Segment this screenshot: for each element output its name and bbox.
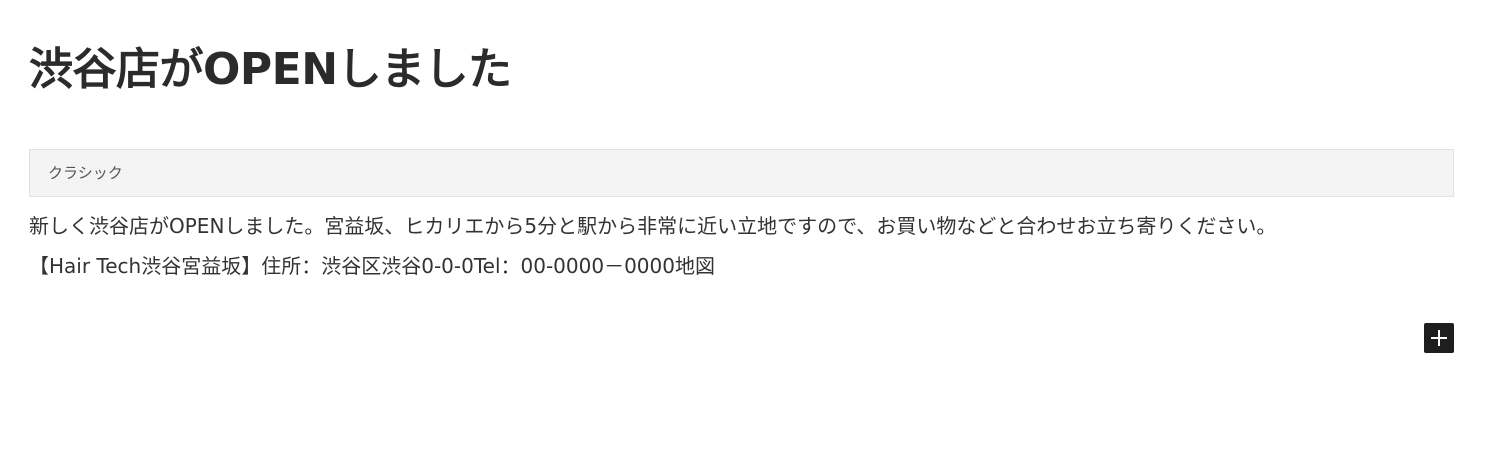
plus-icon xyxy=(1431,330,1447,346)
post-content-store-info[interactable]: 【Hair Tech渋谷宮益坂】住所：渋谷区渋谷0-0-0Tel：00-0000… xyxy=(29,252,715,280)
add-block-button[interactable] xyxy=(1424,323,1454,353)
post-title[interactable]: 渋谷店がOPENしました xyxy=(29,40,512,100)
classic-block-toolbar[interactable]: クラシック xyxy=(29,149,1454,197)
classic-block-label: クラシック xyxy=(48,164,123,182)
post-content-paragraph[interactable]: 新しく渋谷店がOPENしました。宮益坂、ヒカリエから5分と駅から非常に近い立地で… xyxy=(29,212,1276,240)
